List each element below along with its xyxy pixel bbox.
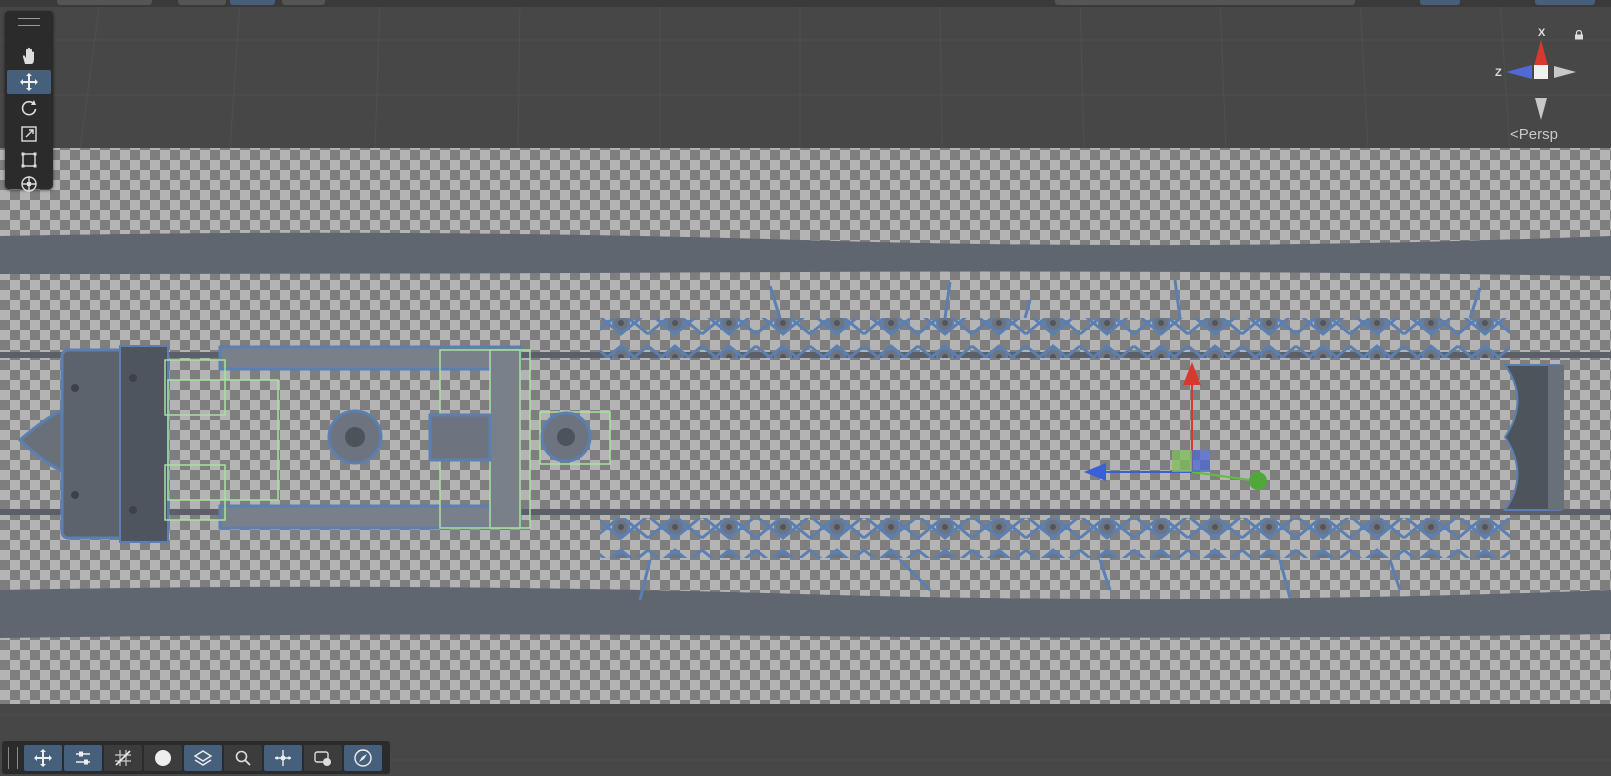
overlay-toolbar [2, 741, 390, 774]
camera-icon [314, 750, 331, 766]
gizmo-center-cube[interactable] [1534, 65, 1548, 79]
compass-icon [354, 748, 372, 767]
tool-palette-grip[interactable] [18, 18, 40, 26]
gizmo-z-cone[interactable] [1506, 65, 1532, 79]
gizmo-x-cone[interactable] [1534, 40, 1548, 66]
layers-button[interactable] [184, 744, 222, 771]
scene-viewport[interactable] [0, 0, 1611, 776]
move-arrows-icon [20, 73, 38, 91]
transform-tool-button[interactable] [7, 172, 51, 196]
sphere-icon [155, 749, 171, 766]
pivot-center-button[interactable] [264, 744, 302, 771]
search-icon [235, 750, 251, 766]
view-tool-button[interactable] [7, 44, 51, 68]
axis-label-z: Z [1495, 67, 1502, 79]
scale-icon [21, 126, 37, 142]
gizmo-neg-z-cone[interactable] [1554, 66, 1576, 78]
move-snap-button[interactable] [24, 744, 62, 771]
grid-snap-icon [115, 749, 131, 766]
scale-tool-button[interactable] [7, 122, 51, 146]
transform-icon [21, 176, 37, 192]
lock-icon[interactable] [1574, 30, 1584, 40]
top-toolbar-strip [0, 0, 1611, 7]
shading-mode-button[interactable] [144, 744, 182, 771]
tool-palette [5, 11, 53, 192]
gizmo-neg-x-cone[interactable] [1535, 98, 1547, 120]
axis-label-x: X [1538, 27, 1546, 39]
projection-label: Persp [1518, 126, 1558, 143]
pivot-icon [275, 749, 291, 766]
rotate-tool-button[interactable] [7, 96, 51, 120]
overlay-toolbar-grip[interactable] [8, 746, 18, 769]
hand-icon [22, 47, 34, 64]
grid-snapping-button[interactable] [104, 744, 142, 771]
sliders-icon [76, 751, 90, 764]
rotate-icon [21, 100, 37, 116]
layers-icon [193, 749, 213, 766]
move-tool-button[interactable] [7, 70, 51, 94]
projection-toggle[interactable]: <Persp [1510, 126, 1558, 143]
camera-view-button[interactable] [304, 744, 342, 771]
chevron-left-icon: < [1510, 126, 1519, 143]
rect-tool-button[interactable] [7, 148, 51, 172]
orientation-button[interactable] [344, 744, 382, 771]
search-button[interactable] [224, 744, 262, 771]
tool-settings-button[interactable] [64, 744, 102, 771]
rect-transform-icon [21, 152, 37, 168]
move-snap-icon [34, 748, 52, 767]
